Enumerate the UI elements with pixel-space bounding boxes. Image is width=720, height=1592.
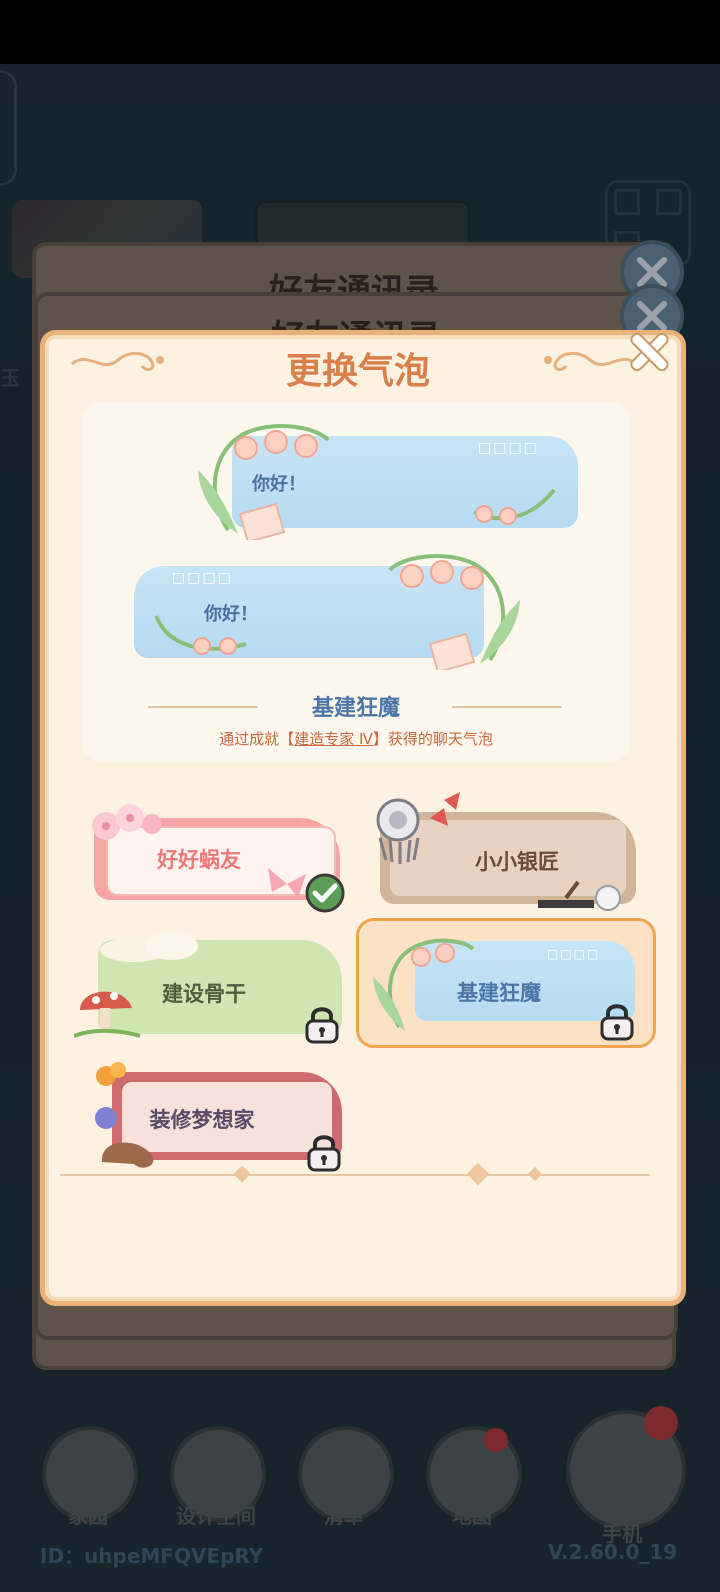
bubble-option-zhuangxiu[interactable]: 装修梦想家 <box>82 1056 352 1174</box>
nav-phone-badge <box>644 1406 678 1440</box>
preview-bubble-2-dots: □□□□ <box>172 570 233 586</box>
preview-bubble-name: 基建狂魔 <box>311 696 400 721</box>
nav-list-label: 清单 <box>324 1504 364 1528</box>
bubble-option-haohao[interactable]: 好好蜗友 <box>80 796 350 914</box>
option-label: 小小银匠 <box>475 850 559 874</box>
preview-bubble-1-dots: □□□□ <box>478 440 539 456</box>
option-label: 基建狂魔 <box>457 981 541 1005</box>
version-label: V.2.60.0_19 <box>548 1540 678 1564</box>
bubble-option-jianshe[interactable]: 建设骨干 <box>74 928 354 1046</box>
status-bar <box>0 0 720 64</box>
achievement-link[interactable]: 建造专家 Ⅳ <box>294 730 373 748</box>
player-id: ID：uhpeMFQVEpRY <box>40 1544 264 1568</box>
nav-design-label: 设计空间 <box>176 1504 256 1528</box>
lock-icon <box>305 1007 339 1044</box>
list-divider <box>60 1174 650 1176</box>
bubble-option-jijian[interactable]: □□□□ 基建狂魔 <box>356 918 656 1048</box>
lily-flower-2-icon <box>388 554 520 670</box>
check-selected-icon <box>305 873 345 913</box>
preview-bubble-1-text: 你好！ <box>252 474 306 495</box>
preview-desc-prefix: 通过成就【 <box>219 730 295 748</box>
dialog-title: 更换气泡 <box>285 351 430 392</box>
lock-icon <box>307 1135 341 1172</box>
preview-bubble-desc: 通过成就【建造专家 Ⅳ】获得的聊天气泡 <box>82 728 630 749</box>
nav-map-badge <box>484 1428 508 1452</box>
cloud-icon <box>100 932 198 962</box>
bubble-option-xiaoxiao[interactable]: 小小银匠 <box>372 790 642 920</box>
lily-small-icon <box>473 488 556 525</box>
snail-hammer-icon <box>538 880 621 911</box>
nav-map-label: 地图 <box>452 1504 492 1528</box>
close-icon[interactable] <box>628 330 670 372</box>
option-label: 装修梦想家 <box>149 1108 255 1132</box>
option-label: 建设骨干 <box>162 982 246 1006</box>
preview-desc-suffix: 】获得的聊天气泡 <box>372 730 493 748</box>
nav-home-label: 家园 <box>68 1504 108 1528</box>
lock-icon <box>600 1004 634 1041</box>
lily-small-2-icon <box>154 615 247 655</box>
option-dots: □□□□ <box>547 947 601 961</box>
